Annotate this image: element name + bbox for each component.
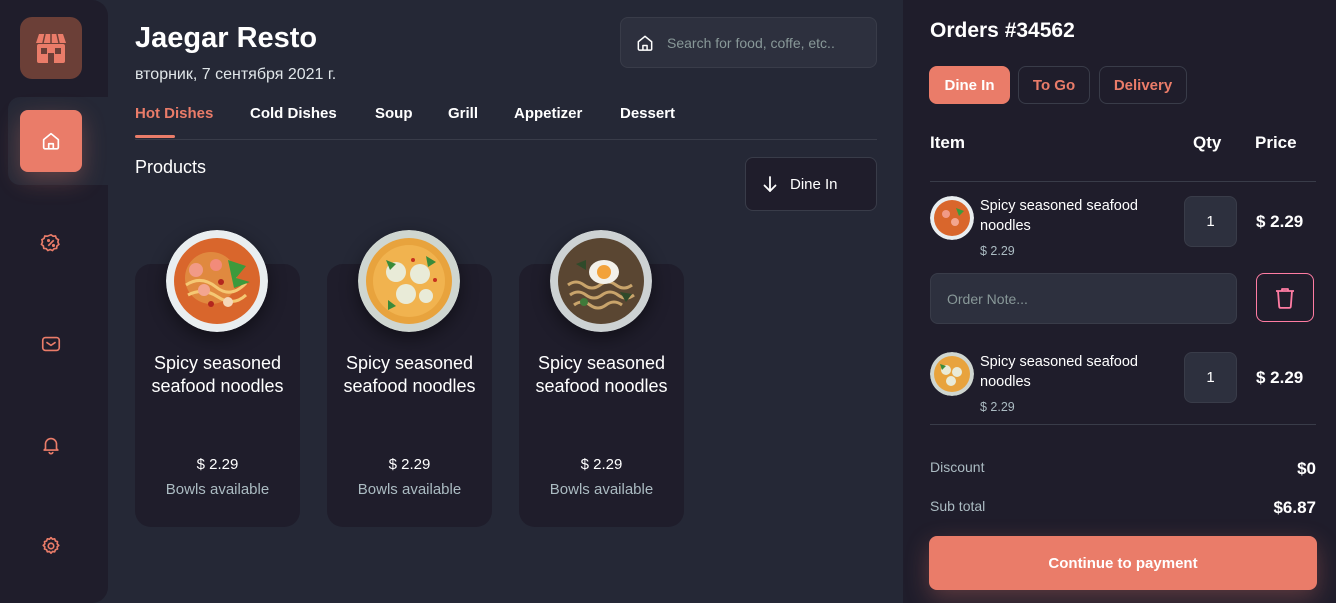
trash-icon bbox=[1276, 287, 1294, 309]
search-input[interactable] bbox=[667, 34, 857, 51]
message-icon bbox=[41, 336, 61, 352]
product-price: $ 2.29 bbox=[388, 456, 431, 473]
tab-dessert[interactable]: Dessert bbox=[620, 105, 675, 140]
tab-cold-dishes[interactable]: Cold Dishes bbox=[250, 105, 337, 140]
product-price: $ 2.29 bbox=[196, 456, 239, 473]
search-box[interactable] bbox=[620, 17, 877, 68]
product-name: Spicy seasoned seafood noodles bbox=[535, 353, 668, 396]
sidebar-item-home[interactable] bbox=[20, 110, 82, 172]
discount-label: Discount bbox=[930, 459, 985, 475]
tab-hot-dishes[interactable]: Hot Dishes bbox=[135, 105, 213, 140]
order-item-name: Spicy seasoned seafood noodles bbox=[980, 354, 1138, 390]
product-name: Spicy seasoned seafood noodles bbox=[343, 353, 476, 396]
divider bbox=[930, 181, 1316, 182]
order-item-quantity[interactable]: 1 bbox=[1184, 196, 1237, 247]
product-price: $ 2.29 bbox=[580, 456, 623, 473]
discount-value: $0 bbox=[1297, 459, 1316, 478]
order-note-field[interactable] bbox=[930, 273, 1237, 324]
divider bbox=[930, 424, 1316, 425]
column-header-price: Price bbox=[1255, 133, 1297, 152]
order-item-thumbnail bbox=[930, 352, 974, 396]
column-header-qty: Qty bbox=[1193, 133, 1222, 152]
continue-to-payment-button[interactable]: Continue to payment bbox=[929, 536, 1317, 590]
notification-bell-icon bbox=[43, 437, 59, 455]
discount-icon bbox=[40, 233, 60, 252]
delete-item-button[interactable] bbox=[1256, 273, 1314, 322]
product-availability: Bowls available bbox=[165, 481, 270, 498]
home-icon bbox=[42, 132, 60, 150]
tab-grill[interactable]: Grill bbox=[448, 105, 478, 140]
order-type-to-go[interactable]: To Go bbox=[1018, 66, 1090, 104]
subtotal-label: Sub total bbox=[930, 498, 986, 514]
sidebar-item-discount[interactable] bbox=[20, 212, 82, 274]
order-item-name: Spicy seasoned seafood noodles bbox=[980, 198, 1138, 234]
dish-image bbox=[358, 230, 460, 332]
product-name: Spicy seasoned seafood noodles bbox=[151, 353, 284, 396]
order-type-delivery[interactable]: Delivery bbox=[1099, 66, 1187, 104]
order-title: Orders #34562 bbox=[930, 19, 1075, 42]
restaurant-logo-icon[interactable] bbox=[20, 17, 82, 79]
section-title: Products bbox=[135, 157, 207, 177]
order-item-unit-price: $ 2.29 bbox=[980, 244, 1015, 258]
product-availability: Bowls available bbox=[357, 481, 462, 498]
order-type-value: Dine In bbox=[790, 175, 838, 193]
main-content: Jaegar Resto вторник, 7 сентября 2021 г.… bbox=[108, 0, 903, 603]
order-item-quantity[interactable]: 1 bbox=[1184, 352, 1237, 403]
sidebar-item-messages[interactable] bbox=[20, 313, 82, 375]
tab-appetizer[interactable]: Appetizer bbox=[514, 105, 582, 140]
category-tabs: Hot Dishes Cold Dishes Soup Grill Appeti… bbox=[135, 105, 877, 140]
product-availability: Bowls available bbox=[549, 481, 654, 498]
subtotal-value: $6.87 bbox=[1273, 498, 1316, 517]
order-item-total: $ 2.29 bbox=[1256, 212, 1304, 231]
settings-gear-icon bbox=[42, 536, 60, 554]
order-item-thumbnail bbox=[930, 196, 974, 240]
order-note-input[interactable] bbox=[947, 290, 1217, 307]
page-title: Jaegar Resto bbox=[135, 22, 318, 54]
sidebar bbox=[0, 0, 108, 603]
arrow-down-icon bbox=[763, 176, 777, 192]
sidebar-item-settings[interactable] bbox=[20, 515, 82, 577]
order-panel: Orders #34562 Dine In To Go Delivery Ite… bbox=[903, 0, 1336, 603]
sidebar-item-notifications[interactable] bbox=[20, 414, 82, 476]
column-header-item: Item bbox=[930, 133, 965, 152]
search-icon bbox=[637, 35, 653, 51]
order-type-dropdown[interactable]: Dine In bbox=[745, 157, 877, 211]
order-item-unit-price: $ 2.29 bbox=[980, 400, 1015, 414]
tab-soup[interactable]: Soup bbox=[375, 105, 413, 140]
dish-image bbox=[166, 230, 268, 332]
current-date: вторник, 7 сентября 2021 г. bbox=[135, 66, 337, 83]
order-type-dine-in[interactable]: Dine In bbox=[929, 66, 1010, 104]
dish-image bbox=[550, 230, 652, 332]
order-item-total: $ 2.29 bbox=[1256, 368, 1304, 387]
